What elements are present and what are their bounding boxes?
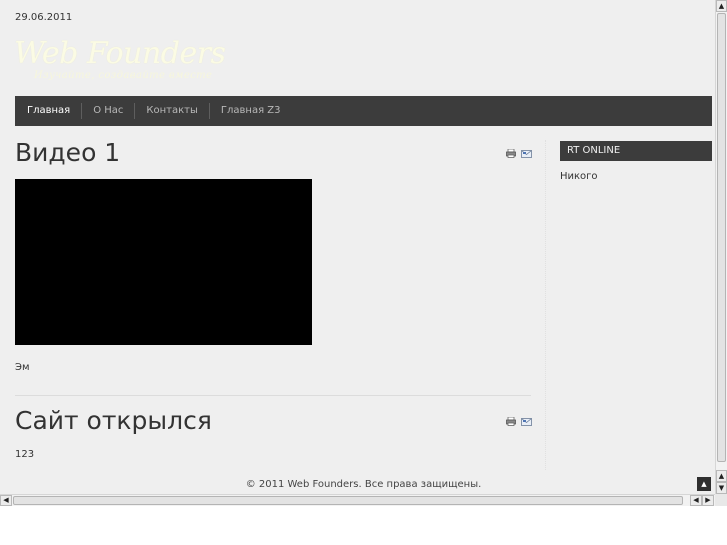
sidebar-module-text: Никого	[560, 171, 598, 182]
article-tools	[506, 143, 532, 158]
scroll-left-button[interactable]: ◀	[690, 495, 702, 506]
video-player[interactable]	[15, 179, 312, 345]
scroll-up-button[interactable]: ▲	[716, 0, 727, 12]
email-icon[interactable]	[521, 411, 532, 426]
scrollbar-corner	[715, 494, 727, 506]
nav-item-about[interactable]: О Нас	[81, 103, 134, 119]
print-icon[interactable]	[506, 143, 516, 158]
article-title[interactable]: Видео 1	[15, 136, 531, 170]
sidebar-module-title: RT ONLINE	[560, 141, 712, 161]
horizontal-scroll-thumb[interactable]	[13, 496, 683, 505]
nav-item-home[interactable]: Главная	[15, 103, 81, 119]
current-date: 29.06.2011	[15, 12, 73, 23]
page-viewport: 29.06.2011 Web Founders Изучайте, создав…	[0, 0, 715, 494]
article: Сайт открылся 123	[15, 404, 532, 460]
print-icon[interactable]	[506, 411, 516, 426]
site-tagline: Изучайте, создавайте вместе	[34, 70, 213, 81]
vertical-scroll-thumb[interactable]	[717, 13, 726, 462]
nav-item-contacts[interactable]: Контакты	[134, 103, 208, 119]
scroll-up-button[interactable]: ▲	[716, 470, 727, 482]
sidebar-separator	[545, 140, 547, 470]
arrow-up-icon: ▲	[701, 480, 707, 488]
article-divider	[15, 395, 531, 396]
site-logo[interactable]: Web Founders	[14, 36, 226, 71]
scroll-to-top-button[interactable]: ▲	[697, 477, 711, 491]
email-icon[interactable]	[521, 143, 532, 158]
vertical-scrollbar[interactable]: ▲ ▲ ▼	[715, 0, 727, 494]
article-title[interactable]: Сайт открылся	[15, 404, 531, 438]
article-text: 123	[15, 449, 35, 460]
main-nav: Главная О Нас Контакты Главная Z3	[15, 96, 712, 126]
article-text: Эм	[15, 362, 30, 373]
footer-copyright: © 2011 Web Founders. Все права защищены.	[245, 479, 482, 490]
nav-item-home-z3[interactable]: Главная Z3	[208, 103, 292, 119]
article: Видео 1 Эм	[15, 136, 532, 373]
scroll-down-button[interactable]: ▼	[716, 482, 727, 494]
scroll-right-button[interactable]: ▶	[702, 495, 714, 506]
scroll-left-button[interactable]: ◀	[0, 495, 12, 506]
article-tools	[506, 411, 532, 426]
horizontal-scrollbar[interactable]: ◀ ◀ ▶	[0, 494, 715, 506]
